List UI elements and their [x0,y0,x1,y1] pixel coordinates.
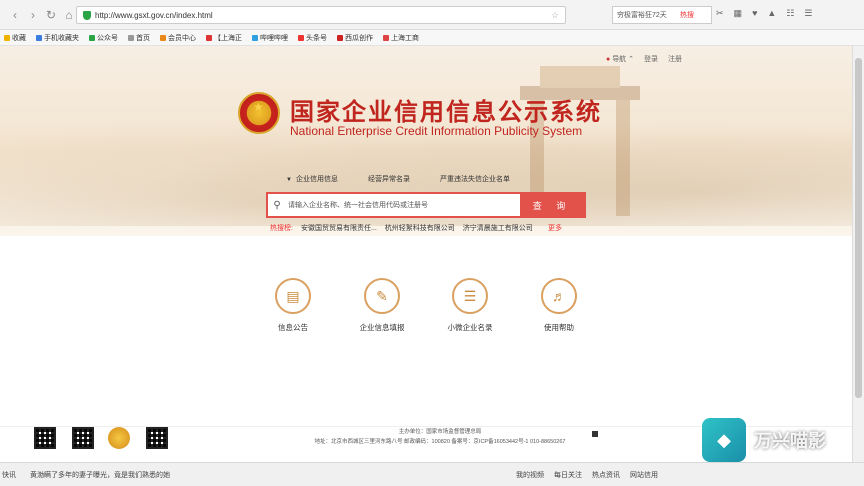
qr-code-icon [146,427,168,449]
search-icon: ⚲ [273,199,281,211]
bookmark-item[interactable]: 会员中心 [160,33,196,43]
news-ticker[interactable]: 黄渤瞒了多年的妻子曝光，竟是我们熟悉的她 [30,470,170,480]
bookmark-item[interactable]: 手机收藏夹 [36,33,79,43]
bookmark-item[interactable]: 头条号 [298,33,327,43]
qr-code-icon [34,427,56,449]
bookmarks-bar: 收藏 手机收藏夹 公众号 首页 会员中心 【上海正 哔哩哔哩 头条号 西瓜创作 … [0,30,864,46]
login-link[interactable]: 登录 [644,54,658,64]
hot-search-label: 热搜榜: [270,225,293,232]
url-text: http://www.gsxt.gov.cn/index.html [95,10,213,20]
page-content: ● 导航 ⌃ 登录 注册 ★ 国家企业信用信息公示系统 National Ent… [0,46,864,462]
watermark: ◆ 万兴喵影 [702,418,852,462]
browser-statusbar: 快讯 黄渤瞒了多年的妻子曝光，竟是我们熟悉的她 我的视频 每日关注 热点资讯 网… [0,462,864,486]
back-icon[interactable]: ‹ [6,6,24,24]
police-badge-icon [108,427,130,449]
speaker-icon: ♬ [541,278,577,314]
enterprise-search-bar: ⚲ 请输入企业名称、统一社会信用代码或注册号 查 询 [266,192,586,218]
forward-icon[interactable]: › [24,6,42,24]
bookmark-item[interactable]: 【上海正 [206,33,242,43]
bookmark-item[interactable]: 上海工商 [383,33,419,43]
star-bookmark-icon[interactable]: ☆ [551,10,559,21]
grid-icon[interactable]: ▦ [734,8,743,19]
refresh-icon[interactable]: ↻ [42,6,60,24]
tab-abnormal-list[interactable]: 经营异常名录 [368,174,410,184]
bookmark-item[interactable]: 收藏 [4,33,26,43]
hot-search-item[interactable]: 济宁清晨施工有限公司 [463,223,533,233]
gov-badge-icon [592,431,598,437]
hot-search-item[interactable]: 安徽国贸贸易有限责任... [301,223,377,233]
document-icon: ▤ [275,278,311,314]
browser-search-input[interactable]: 穷极富裕狂72天 [612,6,712,24]
address-bar[interactable]: http://www.gsxt.gov.cn/index.html ☆ [76,6,566,24]
qr-code-icon [72,427,94,449]
tab-serious-violation-list[interactable]: 严重违法失信企业名单 [440,174,510,184]
service-help[interactable]: ♬ 使用帮助 [519,278,599,333]
statusbar-item[interactable]: 热点资讯 [592,470,620,480]
register-link[interactable]: 注册 [668,54,682,64]
secure-shield-icon [83,10,91,20]
list-icon: ☰ [452,278,488,314]
site-title-cn: 国家企业信用信息公示系统 [290,98,602,126]
shield-icon[interactable]: ♥ [752,8,757,19]
bookmark-item[interactable]: 首页 [128,33,150,43]
page-scrollbar[interactable] [852,46,864,462]
nav-link[interactable]: ● 导航 ⌃ [606,54,634,64]
apps-icon[interactable]: ☷ [786,8,794,19]
site-title-en: National Enterprise Credit Information P… [290,124,583,138]
statusbar-item[interactable]: 网站信用 [630,470,658,480]
bookmark-item[interactable]: 哔哩哔哩 [252,33,288,43]
game-icon[interactable]: ▲ [767,8,776,19]
search-button[interactable]: 查 询 [520,194,584,216]
hot-search-tag[interactable]: 热搜 [680,10,694,20]
bookmark-item[interactable]: 西瓜创作 [337,33,373,43]
enterprise-search-input[interactable]: 请输入企业名称、统一社会信用代码或注册号 [286,194,520,216]
location-pin-icon: ● [606,56,611,63]
scrollbar-thumb[interactable] [855,58,862,398]
top-links: ● 导航 ⌃ 登录 注册 [606,54,682,64]
statusbar-items: 我的视频 每日关注 热点资讯 网站信用 [516,470,658,480]
scissors-icon[interactable]: ✂ [716,8,724,19]
menu-icon[interactable]: ☰ [804,8,812,19]
browser-tool-icons: ✂ ▦ ♥ ▲ ☷ ☰ [716,8,812,19]
national-emblem-icon: ★ [238,92,280,134]
more-link[interactable]: 更多 [548,223,562,233]
hot-search-item[interactable]: 杭州轻絮科技有限公司 [385,223,455,233]
pen-icon: ✎ [364,278,400,314]
hot-search-list: 热搜榜: 安徽国贸贸易有限责任... 杭州轻絮科技有限公司 济宁清晨施工有限公司… [270,223,562,233]
statusbar-item[interactable]: 每日关注 [554,470,582,480]
news-flash-label: 快讯 [2,471,16,479]
service-info-report[interactable]: ✎ 企业信息填报 [342,278,422,333]
statusbar-item[interactable]: 我的视频 [516,470,544,480]
service-small-enterprise[interactable]: ☰ 小微企业名录 [430,278,510,333]
bookmark-item[interactable]: 公众号 [89,33,118,43]
footer-info: 主办单位：国家市场监督管理总局 地址：北京市西城区三里河东路八号 邮政编码：10… [314,429,566,445]
tab-credit-info[interactable]: 企业信用信息 [286,174,338,184]
search-tabs: 企业信用信息 经营异常名录 严重违法失信企业名单 [286,174,510,184]
watermark-logo-icon: ◆ [702,418,746,462]
service-info-notice[interactable]: ▤ 信息公告 [253,278,333,333]
watermark-text: 万兴喵影 [754,431,826,452]
